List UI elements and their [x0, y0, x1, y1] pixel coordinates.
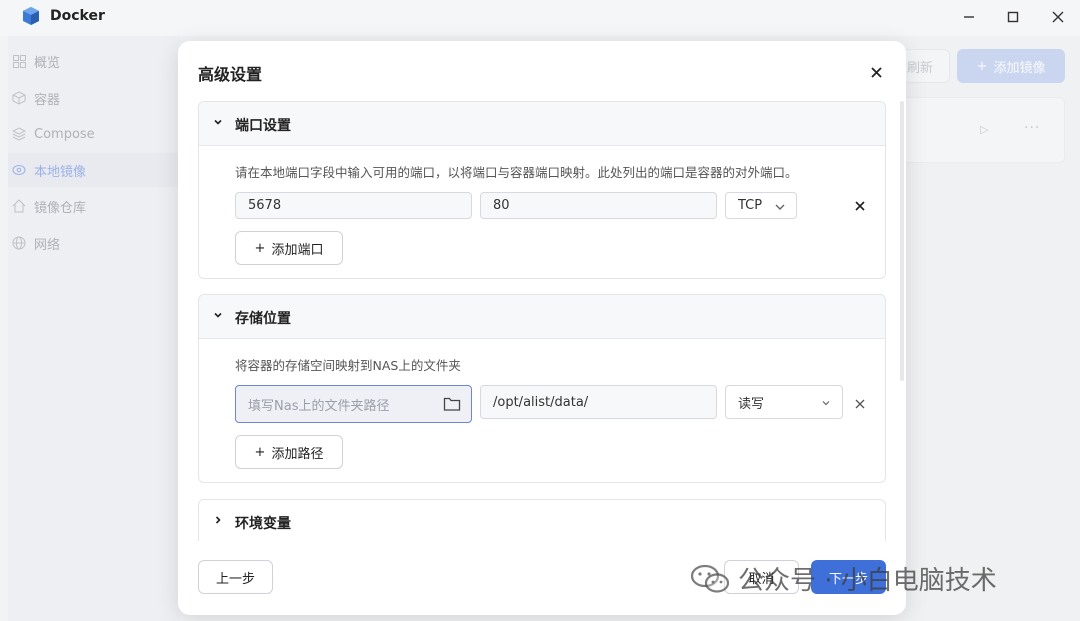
close-icon [855, 399, 865, 409]
env-vars-section: 环境变量 [198, 499, 886, 541]
remove-path-button[interactable] [853, 397, 867, 411]
dialog-close-button[interactable] [867, 63, 885, 81]
add-port-label: 添加端口 [271, 242, 324, 258]
env-vars-title: 环境变量 [235, 516, 291, 532]
dialog-title: 高级设置 [198, 65, 263, 84]
add-path-button[interactable]: + 添加路径 [235, 435, 343, 469]
maximize-icon [1007, 11, 1019, 23]
minimize-icon [964, 16, 974, 18]
remove-port-button[interactable] [853, 199, 867, 213]
storage-section: 存储位置 将容器的存储空间映射到NAS上的文件夹 填写Nas上的文件夹路径 /o… [198, 294, 886, 483]
port-settings-section: 端口设置 请在本地端口字段中输入可用的端口，以将端口与容器端口映射。此处列出的端… [198, 101, 886, 279]
env-vars-header[interactable]: 环境变量 [199, 500, 885, 541]
local-port-input[interactable]: 5678 [235, 192, 472, 219]
plus-icon: + [254, 240, 266, 256]
chevron-down-icon [822, 401, 830, 406]
port-settings-title: 端口设置 [235, 118, 291, 134]
watermark: 公众号 · 小白电脑技术 [690, 560, 997, 597]
add-port-button[interactable]: + 添加端口 [235, 231, 343, 265]
minimize-button[interactable] [956, 5, 982, 29]
nas-path-input[interactable]: 填写Nas上的文件夹路径 [235, 385, 472, 423]
close-window-button[interactable] [1045, 5, 1071, 29]
title-bar: Docker [0, 0, 1080, 36]
previous-step-button[interactable]: 上一步 [198, 560, 273, 594]
close-icon [1052, 11, 1064, 23]
container-path-input[interactable]: /opt/alist/data/ [480, 385, 717, 419]
storage-title: 存储位置 [235, 311, 291, 327]
access-mode-select[interactable]: 读写 [725, 385, 843, 419]
wechat-icon [690, 564, 730, 593]
nas-path-placeholder: 填写Nas上的文件夹路径 [248, 398, 390, 414]
protocol-select[interactable]: TCP [725, 192, 797, 219]
folder-icon[interactable] [443, 396, 461, 412]
container-port-input[interactable]: 80 [480, 192, 717, 219]
dialog-scrollbar[interactable] [900, 101, 904, 381]
port-settings-header[interactable]: 端口设置 [199, 102, 885, 146]
chevron-down-icon [211, 308, 225, 322]
chevron-right-icon [211, 513, 225, 527]
plus-icon: + [254, 444, 266, 460]
advanced-settings-dialog: 高级设置 端口设置 请在本地端口字段中输入可用的端口，以将端口与容器端口映射。此… [178, 41, 906, 615]
chevron-down-icon [211, 115, 225, 129]
protocol-value: TCP [738, 198, 763, 213]
close-icon [855, 201, 865, 211]
storage-header[interactable]: 存储位置 [199, 295, 885, 339]
docker-app-icon [23, 7, 39, 25]
add-path-label: 添加路径 [271, 446, 324, 462]
access-mode-value: 读写 [738, 396, 765, 412]
chevron-down-icon [775, 204, 785, 210]
storage-description: 将容器的存储空间映射到NAS上的文件夹 [235, 358, 461, 373]
dialog-scroll-area[interactable]: 端口设置 请在本地端口字段中输入可用的端口，以将端口与容器端口映射。此处列出的端… [198, 101, 886, 541]
port-settings-description: 请在本地端口字段中输入可用的端口，以将端口与容器端口映射。此处列出的端口是容器的… [235, 165, 798, 180]
watermark-text: 公众号 · 小白电脑技术 [738, 566, 997, 596]
app-title: Docker [50, 8, 105, 24]
maximize-button[interactable] [1000, 5, 1026, 29]
close-icon [870, 66, 882, 78]
